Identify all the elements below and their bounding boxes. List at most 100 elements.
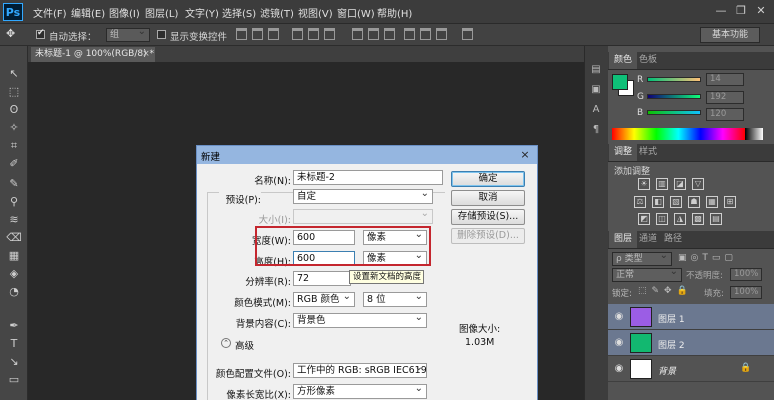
close-window-icon[interactable]: ✕ bbox=[752, 3, 770, 19]
tab-adjustments[interactable]: 调整 bbox=[609, 144, 638, 161]
fill-input[interactable]: 100% bbox=[730, 286, 762, 299]
layer-filter-icons[interactable]: ▣◎T▭▢ bbox=[678, 253, 758, 265]
menu-view[interactable]: 视图(V) bbox=[298, 5, 333, 20]
character-icon[interactable]: A bbox=[588, 102, 604, 118]
channel-b-value[interactable]: 120 bbox=[706, 108, 744, 121]
tab-layers[interactable]: 图层 bbox=[609, 231, 638, 248]
pixel-aspect-dropdown[interactable]: 方形像素 bbox=[293, 384, 427, 399]
distribute-left-icon[interactable] bbox=[404, 28, 415, 40]
align-right-icon[interactable] bbox=[324, 28, 335, 40]
menu-layer[interactable]: 图层(L) bbox=[145, 5, 178, 20]
blend-mode-dropdown[interactable]: 正常 bbox=[612, 266, 682, 282]
auto-align-icon[interactable] bbox=[462, 28, 473, 40]
distribute-top-icon[interactable] bbox=[352, 28, 363, 40]
align-hcenter-icon[interactable] bbox=[308, 28, 319, 40]
menu-select[interactable]: 选择(S) bbox=[222, 5, 256, 20]
history-brush-tool[interactable]: ⌫ bbox=[5, 230, 23, 246]
quick-select-tool[interactable]: ✧ bbox=[5, 120, 23, 136]
lock-icons[interactable]: ⬚✎✥🔒 bbox=[638, 286, 693, 296]
show-transform-checkbox[interactable] bbox=[157, 30, 166, 39]
layer-1-visibility-icon[interactable]: ◉ bbox=[612, 304, 626, 330]
layer-2-name[interactable]: 图层 2 bbox=[658, 338, 685, 351]
align-bottom-icon[interactable] bbox=[268, 28, 279, 40]
eraser-tool[interactable]: ▦ bbox=[5, 248, 23, 264]
menu-type[interactable]: 文字(Y) bbox=[185, 5, 219, 20]
color-profile-dropdown[interactable]: 工作中的 RGB: sRGB IEC6196... bbox=[293, 363, 427, 378]
clone-stamp-tool[interactable]: ≋ bbox=[5, 212, 23, 228]
opacity-input[interactable]: 100% bbox=[730, 268, 762, 281]
channel-r-slider[interactable] bbox=[647, 77, 701, 82]
background-visibility-icon[interactable]: ◉ bbox=[612, 356, 626, 382]
size-dropdown[interactable] bbox=[293, 209, 433, 224]
auto-select-dropdown[interactable]: 组 bbox=[106, 26, 150, 42]
path-select-tool[interactable]: ↘ bbox=[5, 354, 23, 370]
channel-g-value[interactable]: 192 bbox=[706, 91, 744, 104]
gradient-tool[interactable]: ◈ bbox=[5, 266, 23, 282]
menu-file[interactable]: 文件(F) bbox=[33, 5, 67, 20]
resolution-input[interactable]: 72 bbox=[293, 271, 351, 286]
restore-icon[interactable]: ❐ bbox=[732, 3, 750, 19]
distribute-right-icon[interactable] bbox=[436, 28, 447, 40]
menu-edit[interactable]: 编辑(E) bbox=[71, 5, 105, 20]
layer-2-visibility-icon[interactable]: ◉ bbox=[612, 330, 626, 356]
tab-channels[interactable]: 通道 bbox=[634, 231, 662, 248]
advanced-toggle-icon[interactable]: ⌃ bbox=[221, 338, 231, 348]
document-tab[interactable]: 未标题-1 @ 100%(RGB/8) * bbox=[31, 47, 155, 62]
tab-color[interactable]: 颜色 bbox=[609, 52, 638, 69]
brush-tool[interactable]: ⚲ bbox=[5, 194, 23, 210]
pen-tool[interactable]: ✒ bbox=[5, 318, 23, 334]
marquee-tool[interactable]: ⬚ bbox=[5, 84, 23, 100]
selective-color-icon[interactable]: ▤ bbox=[710, 213, 722, 225]
foreground-color-swatch[interactable] bbox=[612, 74, 628, 90]
move-tool-icon[interactable]: ✥ bbox=[6, 27, 20, 41]
name-input[interactable]: 未标题-2 bbox=[293, 170, 443, 185]
align-vcenter-icon[interactable] bbox=[252, 28, 263, 40]
preset-dropdown[interactable]: 自定 bbox=[293, 189, 433, 204]
menu-window[interactable]: 窗口(W) bbox=[337, 5, 375, 20]
photo-filter-icon[interactable]: ▦ bbox=[706, 196, 718, 208]
delete-preset-button[interactable]: 删除预设(D)... bbox=[451, 228, 525, 244]
tab-paths[interactable]: 路径 bbox=[659, 231, 687, 248]
hue-saturation-icon[interactable]: ◧ bbox=[652, 196, 664, 208]
history-icon[interactable]: ▤ bbox=[588, 62, 604, 78]
background-layer-name[interactable]: 背景 bbox=[658, 364, 676, 377]
color-spectrum-bar[interactable] bbox=[612, 128, 745, 140]
menu-image[interactable]: 图像(I) bbox=[109, 5, 140, 20]
layer-kind-filter[interactable]: ρ 类型 bbox=[612, 250, 672, 266]
color-mode-dropdown[interactable]: RGB 颜色 bbox=[293, 292, 355, 307]
distribute-bottom-icon[interactable] bbox=[384, 28, 395, 40]
threshold-icon[interactable]: ◮ bbox=[674, 213, 686, 225]
lasso-tool[interactable]: ʘ bbox=[5, 102, 23, 118]
brightness-icon[interactable]: ☀ bbox=[638, 178, 650, 190]
document-tab-close-icon[interactable]: × bbox=[140, 47, 152, 62]
shape-tool[interactable]: ▭ bbox=[5, 372, 23, 388]
auto-select-checkbox[interactable] bbox=[36, 28, 45, 39]
layer-1-name[interactable]: 图层 1 bbox=[658, 312, 685, 325]
paragraph-icon[interactable]: ¶ bbox=[588, 122, 604, 138]
exposure-icon[interactable]: ▽ bbox=[692, 178, 704, 190]
channel-mixer-icon[interactable]: ⊞ bbox=[724, 196, 736, 208]
type-tool[interactable]: T bbox=[5, 336, 23, 352]
menu-filter[interactable]: 滤镜(T) bbox=[260, 5, 294, 20]
vibrance-icon[interactable]: ⚖ bbox=[634, 196, 646, 208]
background-contents-dropdown[interactable]: 背景色 bbox=[293, 313, 427, 328]
dialog-close-icon[interactable]: × bbox=[517, 147, 533, 163]
healing-brush-tool[interactable]: ✎ bbox=[5, 176, 23, 192]
color-balance-icon[interactable]: ▧ bbox=[670, 196, 682, 208]
move-tool[interactable]: ↖ bbox=[5, 66, 23, 82]
channel-g-slider[interactable] bbox=[647, 94, 701, 99]
properties-icon[interactable]: ▣ bbox=[588, 82, 604, 98]
distribute-hcenter-icon[interactable] bbox=[420, 28, 431, 40]
minimize-icon[interactable]: — bbox=[712, 3, 730, 19]
cancel-button[interactable]: 取消 bbox=[451, 190, 525, 206]
tab-styles[interactable]: 样式 bbox=[634, 144, 662, 161]
posterize-icon[interactable]: ◫ bbox=[656, 213, 668, 225]
dodge-tool[interactable]: ◔ bbox=[5, 284, 23, 300]
eyedropper-tool[interactable]: ✐ bbox=[5, 156, 23, 172]
channel-b-slider[interactable] bbox=[647, 110, 701, 115]
align-top-icon[interactable] bbox=[236, 28, 247, 40]
save-preset-button[interactable]: 存储预设(S)... bbox=[451, 209, 525, 225]
curves-icon[interactable]: ◪ bbox=[674, 178, 686, 190]
invert-icon[interactable]: ◩ bbox=[638, 213, 650, 225]
bit-depth-dropdown[interactable]: 8 位 bbox=[363, 292, 427, 307]
